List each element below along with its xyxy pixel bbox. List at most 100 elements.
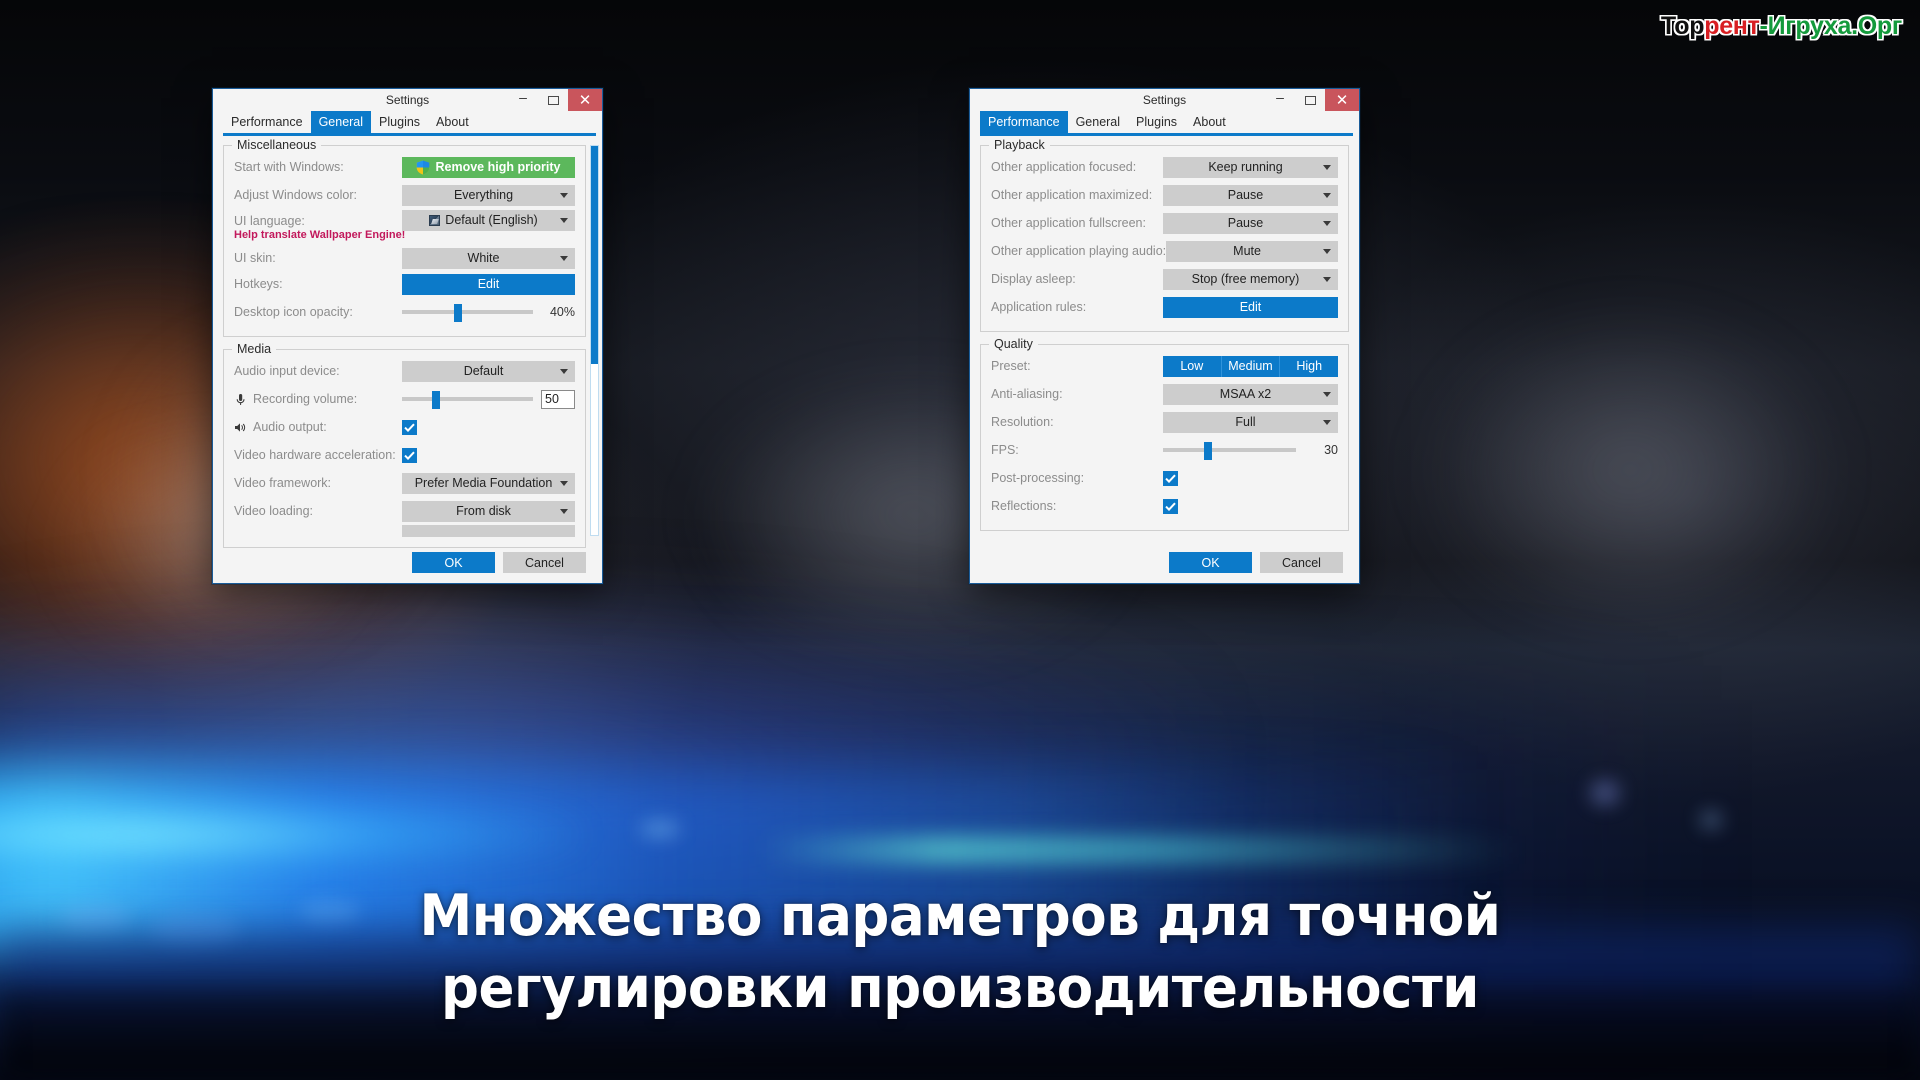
- row-audio-output: Audio output:: [234, 413, 575, 441]
- tab-performance[interactable]: Performance: [980, 111, 1068, 133]
- ui-language-select[interactable]: Default (English): [402, 209, 575, 231]
- fps-slider[interactable]: [1163, 440, 1296, 461]
- background-bokeh-6: [1700, 810, 1722, 830]
- audio-output-checkbox[interactable]: [402, 419, 417, 435]
- tab-plugins[interactable]: Plugins: [1128, 111, 1185, 133]
- video-loading-select[interactable]: From disk: [402, 500, 575, 522]
- ok-button[interactable]: OK: [412, 552, 495, 573]
- window-controls-left: – ✕: [508, 89, 602, 111]
- scrollbar-thumb[interactable]: [591, 146, 598, 364]
- remove-high-priority-button[interactable]: Remove high priority: [402, 156, 575, 178]
- preset-option-high[interactable]: High: [1280, 355, 1339, 377]
- other-application-playing-audio-value: Mute: [1233, 244, 1261, 258]
- promo-caption: Множество параметров для точной регулиро…: [67, 880, 1853, 1024]
- tab-general[interactable]: General: [1068, 111, 1128, 133]
- label-post-processing: Post-processing:: [991, 471, 1085, 485]
- minimize-icon[interactable]: –: [508, 89, 538, 111]
- vertical-scrollbar[interactable]: [590, 145, 599, 536]
- video-hardware-acceleration-checkbox[interactable]: [402, 447, 417, 463]
- slider-track: [402, 397, 533, 401]
- label-fps: FPS:: [991, 443, 1019, 457]
- desktop-icon-opacity-slider[interactable]: [402, 302, 533, 323]
- background-cyan-streak: [760, 836, 1520, 864]
- label-video-loading: Video loading:: [234, 504, 314, 518]
- slider-thumb[interactable]: [454, 303, 463, 322]
- site-watermark: Торрент-Игруха.Орг: [1661, 12, 1902, 41]
- help-translate-link[interactable]: Help translate Wallpaper Engine!: [234, 229, 405, 241]
- slider-track: [402, 310, 533, 314]
- reflections-checkbox[interactable]: [1163, 498, 1178, 514]
- row-ui-language: UI language: Default (English): [234, 209, 575, 231]
- other-application-maximized-select[interactable]: Pause: [1163, 184, 1338, 206]
- hotkeys-edit-button[interactable]: Edit: [402, 273, 575, 295]
- preset-option-low[interactable]: Low: [1163, 355, 1222, 377]
- ui-skin-select[interactable]: White: [402, 247, 575, 269]
- other-application-fullscreen-select[interactable]: Pause: [1163, 212, 1338, 234]
- anti-aliasing-select[interactable]: MSAA x2: [1163, 383, 1338, 405]
- background-bokeh-4: [640, 820, 680, 838]
- preset-option-medium[interactable]: Medium: [1221, 355, 1281, 377]
- video-loading-value: From disk: [456, 504, 511, 518]
- label-other-application-maximized: Other application maximized:: [991, 188, 1153, 202]
- row-recording-volume: Recording volume: 50: [234, 385, 575, 413]
- label-resolution: Resolution:: [991, 415, 1054, 429]
- chevron-down-icon: [560, 193, 568, 198]
- recording-volume-input[interactable]: 50: [541, 389, 575, 409]
- row-application-rules: Application rules: Edit: [991, 293, 1338, 321]
- caption-line-2: регулировки производительности: [441, 955, 1479, 1021]
- window-controls-right: – ✕: [1265, 89, 1359, 111]
- tab-plugins[interactable]: Plugins: [371, 111, 428, 133]
- recording-volume-slider[interactable]: [402, 389, 533, 410]
- display-asleep-select[interactable]: Stop (free memory): [1163, 268, 1338, 290]
- minimize-icon[interactable]: –: [1265, 89, 1295, 111]
- maximize-icon[interactable]: [1295, 89, 1325, 111]
- chevron-down-icon: [1323, 277, 1331, 282]
- close-icon[interactable]: ✕: [1325, 89, 1359, 111]
- row-clipped-below: [234, 525, 575, 537]
- row-other-application-fullscreen: Other application fullscreen: Pause: [991, 209, 1338, 237]
- label-audio-output-text: Audio output:: [253, 420, 327, 434]
- post-processing-checkbox[interactable]: [1163, 470, 1178, 486]
- ok-button[interactable]: OK: [1169, 552, 1252, 573]
- chevron-down-icon: [1323, 420, 1331, 425]
- group-miscellaneous: Miscellaneous Start with Windows: Remove…: [223, 138, 586, 337]
- audio-input-device-value: Default: [463, 364, 504, 378]
- slider-thumb[interactable]: [432, 390, 441, 409]
- adjust-windows-color-select[interactable]: Everything: [402, 184, 575, 206]
- resolution-select[interactable]: Full: [1163, 411, 1338, 433]
- maximize-icon[interactable]: [538, 89, 568, 111]
- tab-about[interactable]: About: [1185, 111, 1234, 133]
- uac-shield-icon: [416, 160, 430, 175]
- slider-thumb[interactable]: [1204, 441, 1213, 460]
- row-other-application-maximized: Other application maximized: Pause: [991, 181, 1338, 209]
- chevron-down-icon: [560, 509, 568, 514]
- cancel-button[interactable]: Cancel: [1260, 552, 1343, 573]
- footer-right: OK Cancel: [970, 552, 1359, 573]
- audio-input-device-select[interactable]: Default: [402, 360, 575, 382]
- fps-value: 30: [1324, 443, 1338, 457]
- row-audio-input-device: Audio input device: Default: [234, 357, 575, 385]
- settings-dialog-performance: Settings – ✕ Performance General Plugins…: [969, 88, 1360, 584]
- label-other-application-playing-audio: Other application playing audio:: [991, 244, 1167, 258]
- flag-icon: [429, 214, 441, 226]
- tab-performance[interactable]: Performance: [223, 111, 311, 133]
- clipped-select[interactable]: [402, 525, 575, 537]
- label-start-with-windows: Start with Windows:: [234, 160, 344, 174]
- row-adjust-windows-color: Adjust Windows color: Everything: [234, 181, 575, 209]
- tabbar-right: Performance General Plugins About: [970, 111, 1359, 133]
- group-media: Media Audio input device: Default Record…: [223, 342, 586, 548]
- chevron-down-icon: [560, 256, 568, 261]
- application-rules-edit-button[interactable]: Edit: [1163, 296, 1338, 318]
- cancel-button[interactable]: Cancel: [503, 552, 586, 573]
- label-application-rules: Application rules:: [991, 300, 1087, 314]
- label-ui-skin: UI skin:: [234, 251, 276, 265]
- other-application-playing-audio-select[interactable]: Mute: [1166, 240, 1338, 262]
- row-translate-link: Help translate Wallpaper Engine!: [234, 229, 575, 246]
- adjust-windows-color-value: Everything: [453, 188, 514, 202]
- label-audio-output: Audio output:: [234, 420, 402, 434]
- close-icon[interactable]: ✕: [568, 89, 602, 111]
- tab-about[interactable]: About: [428, 111, 477, 133]
- video-framework-select[interactable]: Prefer Media Foundation: [402, 472, 575, 494]
- other-application-focused-select[interactable]: Keep running: [1163, 156, 1338, 178]
- tab-general[interactable]: General: [310, 111, 372, 133]
